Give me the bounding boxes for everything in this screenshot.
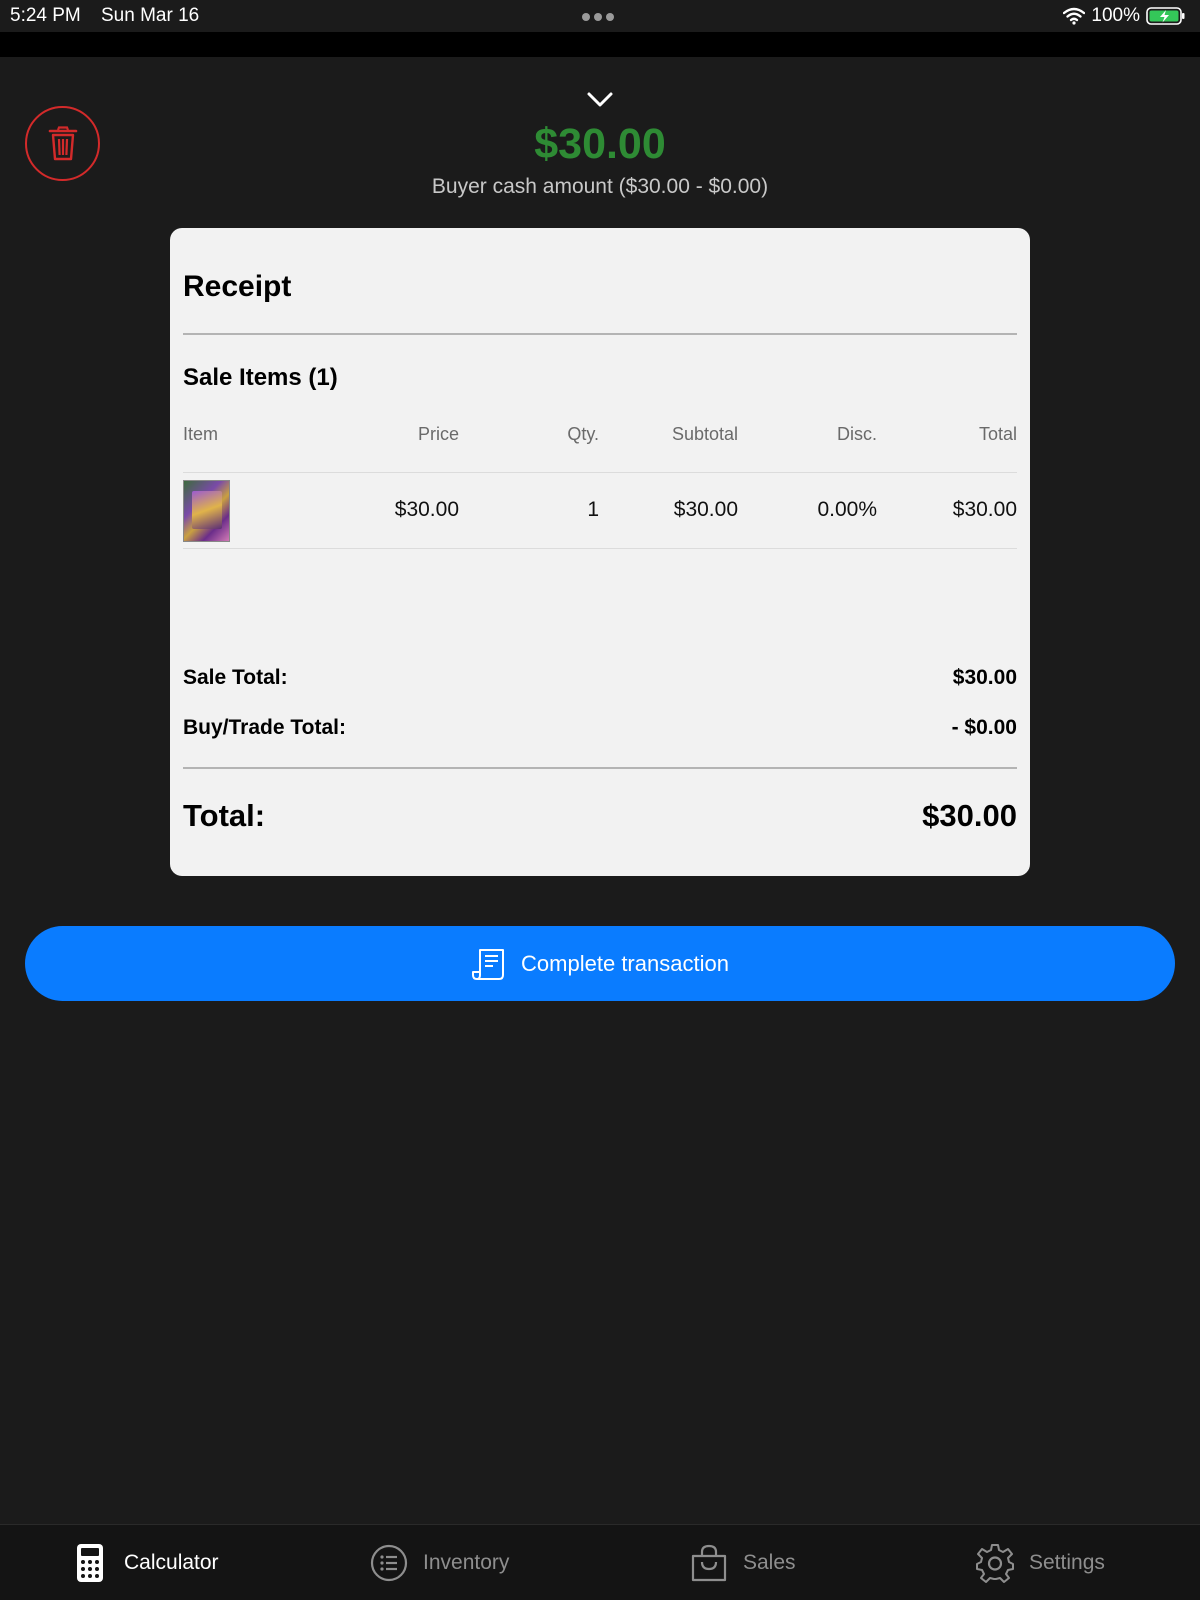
tab-label: Calculator bbox=[124, 1551, 219, 1574]
tab-label: Settings bbox=[1029, 1551, 1105, 1574]
cell-discount: 0.00% bbox=[817, 498, 877, 521]
calculator-icon bbox=[77, 1544, 103, 1582]
column-header-price: Price bbox=[417, 424, 459, 444]
total-value: $30.00 bbox=[922, 798, 1017, 833]
multitasking-dots-icon[interactable] bbox=[582, 13, 618, 21]
status-indicators: 100% bbox=[1063, 5, 1186, 27]
tab-calculator[interactable]: Calculator bbox=[70, 1525, 219, 1600]
status-bar: 5:24 PM Sun Mar 16 100% bbox=[0, 0, 1200, 32]
column-header-total: Total bbox=[978, 424, 1017, 444]
header-band bbox=[0, 32, 1200, 57]
status-time: 5:24 PM bbox=[10, 5, 81, 26]
tab-inventory[interactable]: Inventory bbox=[369, 1525, 509, 1600]
receipt-title: Receipt bbox=[183, 270, 292, 303]
cell-subtotal: $30.00 bbox=[673, 498, 738, 521]
buyer-cash-amount: $30.00 bbox=[534, 120, 666, 168]
sale-total-label: Sale Total: bbox=[183, 666, 288, 689]
table-row[interactable]: $30.00 1 $30.00 0.00% $30.00 bbox=[183, 480, 1017, 542]
amount-subtitle: Buyer cash amount ($30.00 - $0.00) bbox=[431, 175, 769, 198]
receipt-icon bbox=[472, 948, 505, 980]
cell-total: $30.00 bbox=[952, 498, 1017, 521]
column-header-subtotal: Subtotal bbox=[671, 424, 738, 444]
cell-qty: 1 bbox=[587, 498, 599, 521]
wifi-icon bbox=[1063, 7, 1086, 25]
battery-charging-icon bbox=[1146, 7, 1185, 25]
complete-transaction-label: Complete transaction bbox=[521, 950, 729, 976]
tab-bar: Calculator Inventory Sales Settings bbox=[0, 1524, 1200, 1600]
complete-transaction-button[interactable]: Complete transaction bbox=[25, 926, 1175, 1001]
receipt-card: Receipt Sale Items (1) Item Price Qty. S… bbox=[170, 228, 1030, 876]
tab-sales[interactable]: Sales bbox=[689, 1525, 796, 1600]
item-thumbnail bbox=[183, 480, 230, 542]
table-header: Item Price Qty. Subtotal Disc. Total bbox=[183, 424, 1017, 454]
row-divider bbox=[183, 472, 1017, 473]
sale-total-value: $30.00 bbox=[952, 666, 1017, 689]
row-divider bbox=[183, 548, 1017, 549]
column-header-item: Item bbox=[183, 424, 219, 444]
tab-label: Sales bbox=[743, 1551, 796, 1574]
shopping-bag-icon bbox=[691, 1544, 727, 1582]
total-label: Total: bbox=[183, 798, 266, 833]
status-date: Sun Mar 16 bbox=[101, 5, 200, 26]
cell-price: $30.00 bbox=[394, 498, 459, 521]
column-header-qty: Qty. bbox=[567, 424, 599, 444]
buy-trade-total-label: Buy/Trade Total: bbox=[183, 716, 346, 739]
tab-label: Inventory bbox=[423, 1551, 510, 1574]
tab-settings[interactable]: Settings bbox=[975, 1525, 1105, 1600]
divider bbox=[183, 333, 1017, 335]
sale-items-title: Sale Items (1) bbox=[183, 364, 338, 391]
column-header-disc: Disc. bbox=[837, 424, 877, 444]
page: 5:24 PM Sun Mar 16 100% $30.00 Buyer cas… bbox=[0, 0, 1200, 1600]
list-icon bbox=[370, 1544, 408, 1582]
battery-percent: 100% bbox=[1091, 5, 1140, 26]
chevron-down-icon[interactable] bbox=[585, 88, 615, 110]
buy-trade-total-value: - $0.00 bbox=[951, 716, 1017, 739]
divider bbox=[183, 767, 1017, 769]
gear-icon bbox=[976, 1544, 1014, 1583]
